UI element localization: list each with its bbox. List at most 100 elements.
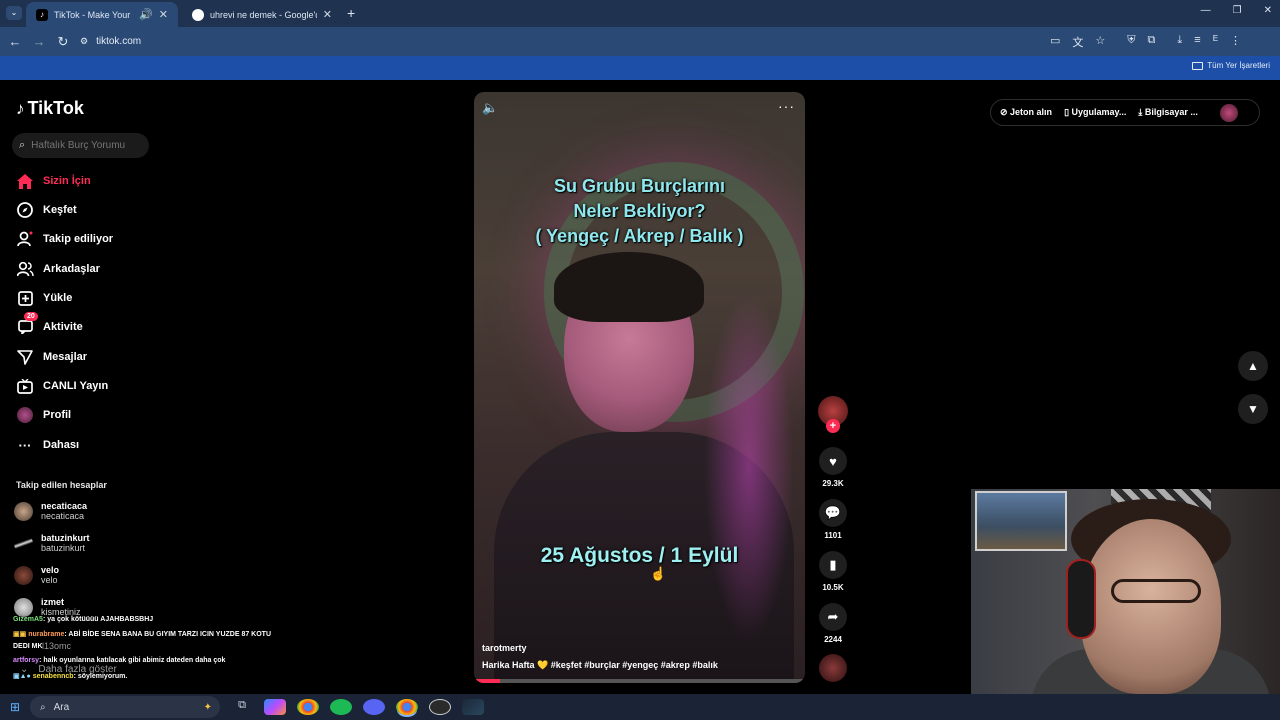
phone-icon: ▯: [1064, 107, 1072, 117]
download-icon[interactable]: ⤓: [1177, 34, 1182, 50]
following-account-partial: l13omc: [42, 641, 72, 651]
tab-search-button[interactable]: ⌄: [6, 6, 22, 20]
chrome-active-icon[interactable]: [396, 699, 418, 715]
windows-start-icon[interactable]: ⊞: [0, 700, 30, 714]
get-desktop-app-button[interactable]: ⤓ Bilgisayar ...: [1138, 107, 1198, 118]
video-player[interactable]: 🔈 ··· Su Grubu Burçlarını Neler Bekliyor…: [474, 92, 805, 683]
bookmarks-bar: [0, 56, 1280, 80]
cast-icon[interactable]: ▭: [1050, 34, 1060, 50]
nav-upload[interactable]: Yükle: [16, 288, 166, 308]
forward-arrow-icon[interactable]: →: [27, 34, 51, 49]
previous-video-chevron-up-icon[interactable]: ▲: [1238, 351, 1268, 381]
tab-audio-icon[interactable]: 🔊: [139, 8, 153, 21]
following-account[interactable]: izmet kismetiniz: [14, 597, 174, 617]
new-tab-button[interactable]: +: [347, 5, 355, 21]
taskbar-search[interactable]: ⌕ Ara ✦: [30, 696, 220, 718]
minimize-button[interactable]: —: [1201, 5, 1211, 16]
music-disc-icon[interactable]: [819, 654, 847, 682]
translate-icon[interactable]: 文: [1072, 34, 1083, 50]
chat-message: ▣▣ nurabrame: ABİ BİDE SENA BANA BU GIYI…: [13, 631, 272, 638]
avatar: [14, 533, 33, 553]
save-button[interactable]: ▮ 10.5K: [818, 551, 848, 592]
tab-tiktok[interactable]: ♪ TikTok - Make Your Day 🔊 ✕: [26, 2, 178, 27]
compass-icon: [16, 201, 34, 219]
copilot-icon[interactable]: [264, 699, 286, 715]
avatar: [14, 501, 33, 521]
following-account[interactable]: necaticaca necaticaca: [14, 501, 174, 521]
media-icon[interactable]: ≡: [1194, 34, 1200, 50]
friends-icon: [16, 260, 34, 278]
activity-badge: 20: [24, 312, 38, 321]
home-icon: [16, 172, 34, 190]
browser-tab-strip: ⌄ ♪ TikTok - Make Your Day 🔊 ✕ uhrevi ne…: [0, 0, 1280, 27]
share-button[interactable]: ➦ 2244: [818, 603, 848, 644]
video-pink-light: [704, 292, 794, 642]
mouse-cursor-icon: ☝: [650, 566, 667, 581]
more-icon: ···: [18, 437, 32, 453]
profile-avatar-icon[interactable]: E: [1213, 34, 1218, 50]
search-box[interactable]: ⌕: [12, 133, 149, 158]
bookmark-star-icon[interactable]: ☆: [1095, 34, 1105, 50]
tab-close-icon[interactable]: ✕: [323, 8, 332, 21]
back-arrow-icon[interactable]: ←: [3, 34, 27, 49]
get-app-button[interactable]: ▯ Uygulamay...: [1064, 107, 1126, 118]
windows-taskbar: ⊞ ⌕ Ara ✦ ⧉: [0, 694, 1280, 720]
tiktok-logo[interactable]: ♪ TikTok: [16, 98, 84, 119]
next-video-chevron-down-icon[interactable]: ▼: [1238, 394, 1268, 424]
volume-icon[interactable]: 🔈: [482, 100, 498, 116]
avatar: [14, 565, 33, 585]
nav-more[interactable]: ··· Dahası: [16, 435, 166, 455]
nav-for-you[interactable]: Sizin İçin: [16, 171, 166, 191]
bookmark-icon: ▮: [819, 551, 847, 579]
following-account[interactable]: velo velo: [14, 565, 174, 585]
video-person-hair: [554, 252, 704, 322]
spotify-icon[interactable]: [330, 699, 352, 715]
messages-icon: [16, 348, 34, 366]
address-bar[interactable]: ⚙ tiktok.com: [80, 31, 1120, 52]
user-avatar[interactable]: [1219, 103, 1238, 122]
search-input[interactable]: [31, 140, 142, 151]
video-caption-date: 25 Ağustos / 1 Eylül: [540, 544, 739, 567]
like-button[interactable]: ♥ 29.3K: [818, 447, 848, 488]
reload-icon[interactable]: ↻: [51, 34, 75, 50]
get-coins-button[interactable]: ⊘ Jeton alın: [1000, 107, 1052, 118]
task-view-icon[interactable]: ⧉: [231, 699, 253, 715]
nav-messages[interactable]: Mesajlar: [16, 347, 166, 367]
video-description[interactable]: Harika Hafta 💛 #keşfet #burçlar #yengeç …: [482, 660, 718, 671]
video-more-icon[interactable]: ···: [778, 98, 795, 114]
following-accounts-title: Takip edilen hesaplar: [16, 480, 107, 490]
like-count: 29.3K: [822, 479, 844, 488]
tab-google[interactable]: uhrevi ne demek - Google'da A ✕: [182, 2, 342, 27]
restore-button[interactable]: ❐: [1233, 5, 1242, 16]
nav-friends[interactable]: Arkadaşlar: [16, 259, 166, 279]
chat-message: ▣▲● senabenncb: söylemiyorum.: [13, 673, 128, 680]
tiktok-favicon-icon: ♪: [36, 8, 48, 21]
discord-icon[interactable]: [363, 699, 385, 715]
follow-plus-button[interactable]: +: [826, 419, 840, 433]
close-window-button[interactable]: ✕: [1264, 5, 1272, 16]
chrome-icon[interactable]: [297, 699, 319, 715]
all-bookmarks-folder[interactable]: Tüm Yer İşaretleri: [1192, 61, 1270, 70]
extensions-icon[interactable]: ⧉: [1148, 34, 1156, 50]
following-account[interactable]: batuzinkurt batuzinkurt: [14, 533, 174, 553]
chat-message: GizemA5: ya çok kötüüüü AJAHBABSBHJ: [13, 616, 154, 623]
video-progress-bar[interactable]: [474, 679, 805, 683]
nav-live[interactable]: CANLI Yayın: [16, 376, 166, 396]
obs-icon[interactable]: [429, 699, 451, 715]
tiktok-note-icon: ♪: [16, 98, 25, 118]
tab-close-icon[interactable]: ✕: [159, 8, 168, 21]
steam-icon[interactable]: [462, 699, 484, 715]
site-info-icon[interactable]: ⚙: [80, 36, 88, 47]
video-author[interactable]: tarotmerty: [482, 643, 527, 653]
url-text: tiktok.com: [96, 36, 142, 47]
shield-icon[interactable]: ⛨: [1127, 34, 1135, 50]
nav-profile[interactable]: Profil: [16, 405, 166, 425]
webcam-overlay: [971, 489, 1280, 694]
nav-following[interactable]: Takip ediliyor: [16, 229, 166, 249]
nav-activity[interactable]: 20 Aktivite: [16, 312, 166, 337]
menu-dots-icon[interactable]: ⋮: [1230, 34, 1241, 50]
nav-explore[interactable]: Keşfet: [16, 200, 166, 220]
live-icon: [16, 377, 34, 395]
comment-button[interactable]: 💬 1101: [818, 499, 848, 540]
comment-count: 1101: [824, 531, 842, 540]
